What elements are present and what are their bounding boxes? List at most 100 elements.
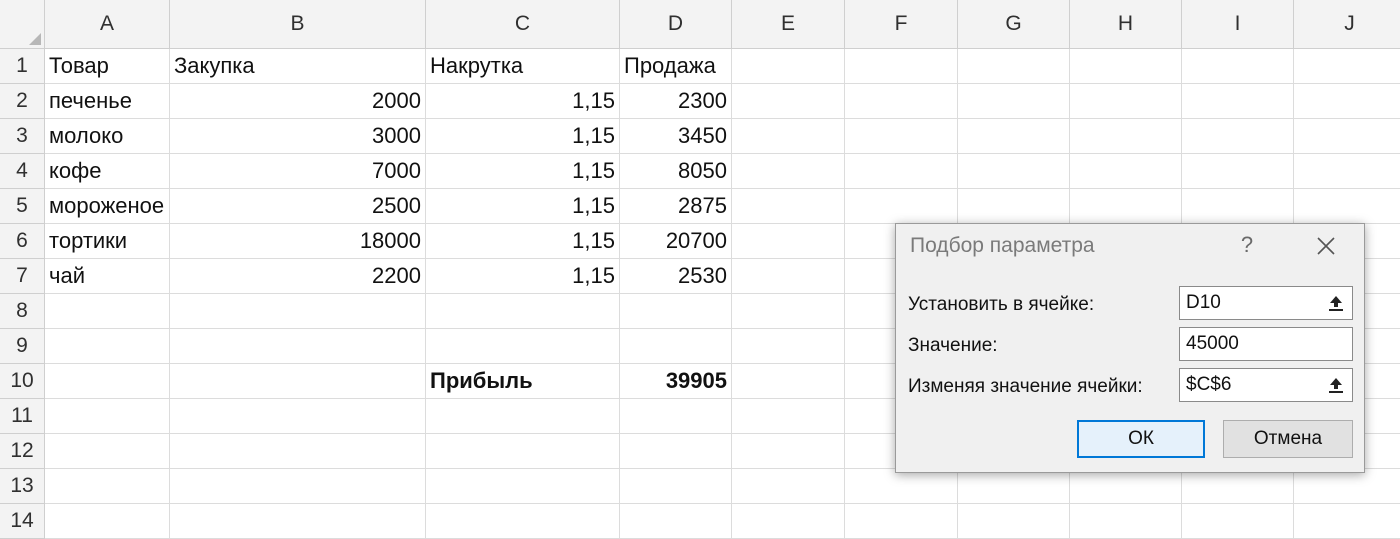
row-header-13[interactable]: 13	[0, 469, 45, 504]
cell-g4[interactable]	[958, 154, 1070, 189]
cell-b3[interactable]: 3000	[170, 119, 426, 154]
row-header-3[interactable]: 3	[0, 119, 45, 154]
cell-b14[interactable]	[170, 504, 426, 539]
row-header-2[interactable]: 2	[0, 84, 45, 119]
cell-e6[interactable]	[732, 224, 845, 259]
cell-a3[interactable]: молоко	[45, 119, 170, 154]
changing-cell-field[interactable]: $C$6	[1179, 368, 1353, 402]
cell-d14[interactable]	[620, 504, 732, 539]
cell-e13[interactable]	[732, 469, 845, 504]
cell-b10[interactable]	[170, 364, 426, 399]
column-header-f[interactable]: F	[845, 0, 958, 49]
cell-b8[interactable]	[170, 294, 426, 329]
cell-h1[interactable]	[1070, 49, 1182, 84]
cell-b1[interactable]: Закупка	[170, 49, 426, 84]
cell-b12[interactable]	[170, 434, 426, 469]
column-header-c[interactable]: C	[426, 0, 620, 49]
cell-b4[interactable]: 7000	[170, 154, 426, 189]
cell-c6[interactable]: 1,15	[426, 224, 620, 259]
cell-c2[interactable]: 1,15	[426, 84, 620, 119]
cell-d7[interactable]: 2530	[620, 259, 732, 294]
column-header-e[interactable]: E	[732, 0, 845, 49]
to-value-field[interactable]: 45000	[1179, 327, 1353, 361]
cell-j1[interactable]	[1294, 49, 1400, 84]
cell-g13[interactable]	[958, 469, 1070, 504]
cell-f2[interactable]	[845, 84, 958, 119]
cell-c1[interactable]: Накрутка	[426, 49, 620, 84]
cell-a9[interactable]	[45, 329, 170, 364]
row-header-8[interactable]: 8	[0, 294, 45, 329]
cell-e14[interactable]	[732, 504, 845, 539]
cell-i14[interactable]	[1182, 504, 1294, 539]
cell-e1[interactable]	[732, 49, 845, 84]
column-header-j[interactable]: J	[1294, 0, 1400, 49]
cell-c4[interactable]: 1,15	[426, 154, 620, 189]
row-header-7[interactable]: 7	[0, 259, 45, 294]
cell-e7[interactable]	[732, 259, 845, 294]
cell-i1[interactable]	[1182, 49, 1294, 84]
cell-d3[interactable]: 3450	[620, 119, 732, 154]
cell-d13[interactable]	[620, 469, 732, 504]
select-all-corner[interactable]	[0, 0, 45, 49]
cell-j13[interactable]	[1294, 469, 1400, 504]
cell-b5[interactable]: 2500	[170, 189, 426, 224]
cell-c7[interactable]: 1,15	[426, 259, 620, 294]
cell-f14[interactable]	[845, 504, 958, 539]
cell-i5[interactable]	[1182, 189, 1294, 224]
cell-a10[interactable]	[45, 364, 170, 399]
row-header-4[interactable]: 4	[0, 154, 45, 189]
cell-c5[interactable]: 1,15	[426, 189, 620, 224]
cell-e9[interactable]	[732, 329, 845, 364]
cell-j2[interactable]	[1294, 84, 1400, 119]
row-header-6[interactable]: 6	[0, 224, 45, 259]
cell-h14[interactable]	[1070, 504, 1182, 539]
cell-e12[interactable]	[732, 434, 845, 469]
row-header-12[interactable]: 12	[0, 434, 45, 469]
column-header-d[interactable]: D	[620, 0, 732, 49]
cell-b2[interactable]: 2000	[170, 84, 426, 119]
cell-a7[interactable]: чай	[45, 259, 170, 294]
cell-b7[interactable]: 2200	[170, 259, 426, 294]
cell-b11[interactable]	[170, 399, 426, 434]
cell-b9[interactable]	[170, 329, 426, 364]
row-header-14[interactable]: 14	[0, 504, 45, 539]
cell-d6[interactable]: 20700	[620, 224, 732, 259]
cell-c11[interactable]	[426, 399, 620, 434]
cell-a12[interactable]	[45, 434, 170, 469]
cell-e8[interactable]	[732, 294, 845, 329]
cell-a14[interactable]	[45, 504, 170, 539]
cell-a13[interactable]	[45, 469, 170, 504]
cell-c12[interactable]	[426, 434, 620, 469]
cell-b6[interactable]: 18000	[170, 224, 426, 259]
help-button[interactable]: ?	[1236, 232, 1258, 258]
cell-f5[interactable]	[845, 189, 958, 224]
cell-c10[interactable]: Прибыль	[426, 364, 620, 399]
cell-c13[interactable]	[426, 469, 620, 504]
cell-f4[interactable]	[845, 154, 958, 189]
cell-h13[interactable]	[1070, 469, 1182, 504]
column-header-g[interactable]: G	[958, 0, 1070, 49]
cell-f3[interactable]	[845, 119, 958, 154]
cell-g5[interactable]	[958, 189, 1070, 224]
cell-a1[interactable]: Товар	[45, 49, 170, 84]
cell-a8[interactable]	[45, 294, 170, 329]
cell-c3[interactable]: 1,15	[426, 119, 620, 154]
cell-f1[interactable]	[845, 49, 958, 84]
cell-a6[interactable]: тортики	[45, 224, 170, 259]
cell-d9[interactable]	[620, 329, 732, 364]
cell-d2[interactable]: 2300	[620, 84, 732, 119]
cell-d12[interactable]	[620, 434, 732, 469]
cell-a11[interactable]	[45, 399, 170, 434]
column-header-h[interactable]: H	[1070, 0, 1182, 49]
column-header-i[interactable]: I	[1182, 0, 1294, 49]
cell-j14[interactable]	[1294, 504, 1400, 539]
row-header-9[interactable]: 9	[0, 329, 45, 364]
cell-b13[interactable]	[170, 469, 426, 504]
cell-g1[interactable]	[958, 49, 1070, 84]
cell-c14[interactable]	[426, 504, 620, 539]
cell-e2[interactable]	[732, 84, 845, 119]
cell-h3[interactable]	[1070, 119, 1182, 154]
cell-e3[interactable]	[732, 119, 845, 154]
cell-a5[interactable]: мороженое	[45, 189, 170, 224]
cell-d4[interactable]: 8050	[620, 154, 732, 189]
